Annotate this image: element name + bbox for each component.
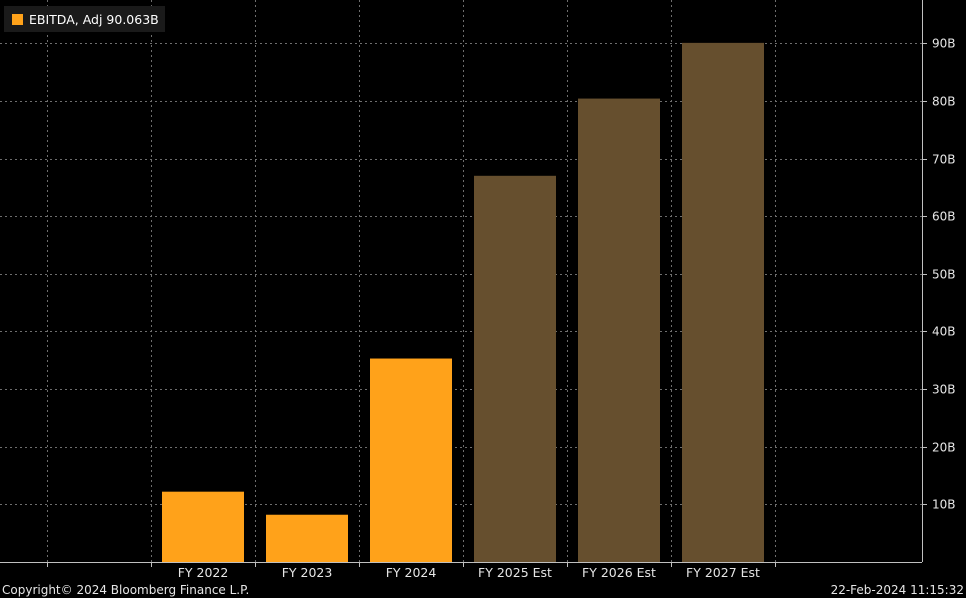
y-tick-label: 90B: [932, 37, 956, 51]
bar-fy-2027-est[interactable]: [682, 42, 764, 563]
bar-fy-2025-est[interactable]: [474, 175, 556, 563]
copyright-text: Copyright© 2024 Bloomberg Finance L.P.: [2, 583, 250, 597]
y-tick-label: 70B: [932, 153, 956, 167]
y-tick-label: 50B: [932, 268, 956, 282]
legend-label: EBITDA, Adj 90.063B: [29, 11, 159, 27]
x-tick-label: FY 2022: [178, 565, 229, 580]
bar-fy-2022[interactable]: [162, 491, 244, 562]
bar-fy-2024[interactable]: [370, 358, 452, 562]
x-tick-label: FY 2027 Est: [686, 565, 760, 580]
gridlines: [0, 0, 922, 562]
legend-swatch: [12, 13, 23, 25]
y-tick-label: 60B: [932, 210, 956, 224]
timestamp-text: 22-Feb-2024 11:15:32: [830, 583, 964, 597]
y-tick-label: 80B: [932, 95, 956, 109]
x-tick-label: FY 2024: [386, 565, 437, 580]
tick-labels: 10B 20B 30B 40B 50B 60B 70B 80B 90B FY 2022 FY 202…: [178, 37, 956, 581]
bar-fy-2026-est[interactable]: [578, 98, 660, 562]
ebitda-bar-chart: 10B 20B 30B 40B 50B 60B 70B 80B 90B FY 2022 FY 202…: [0, 0, 956, 581]
y-tick-label: 20B: [932, 441, 956, 455]
legend[interactable]: EBITDA, Adj 90.063B: [4, 6, 165, 32]
y-tick-label: 30B: [932, 383, 956, 397]
bar-fy-2023[interactable]: [266, 514, 348, 562]
y-tick-label: 40B: [932, 325, 956, 339]
y-tick-label: 10B: [932, 498, 956, 512]
x-tick-label: FY 2026 Est: [582, 565, 656, 580]
x-tick-label: FY 2023: [282, 565, 333, 580]
x-tick-label: FY 2025 Est: [478, 565, 552, 580]
